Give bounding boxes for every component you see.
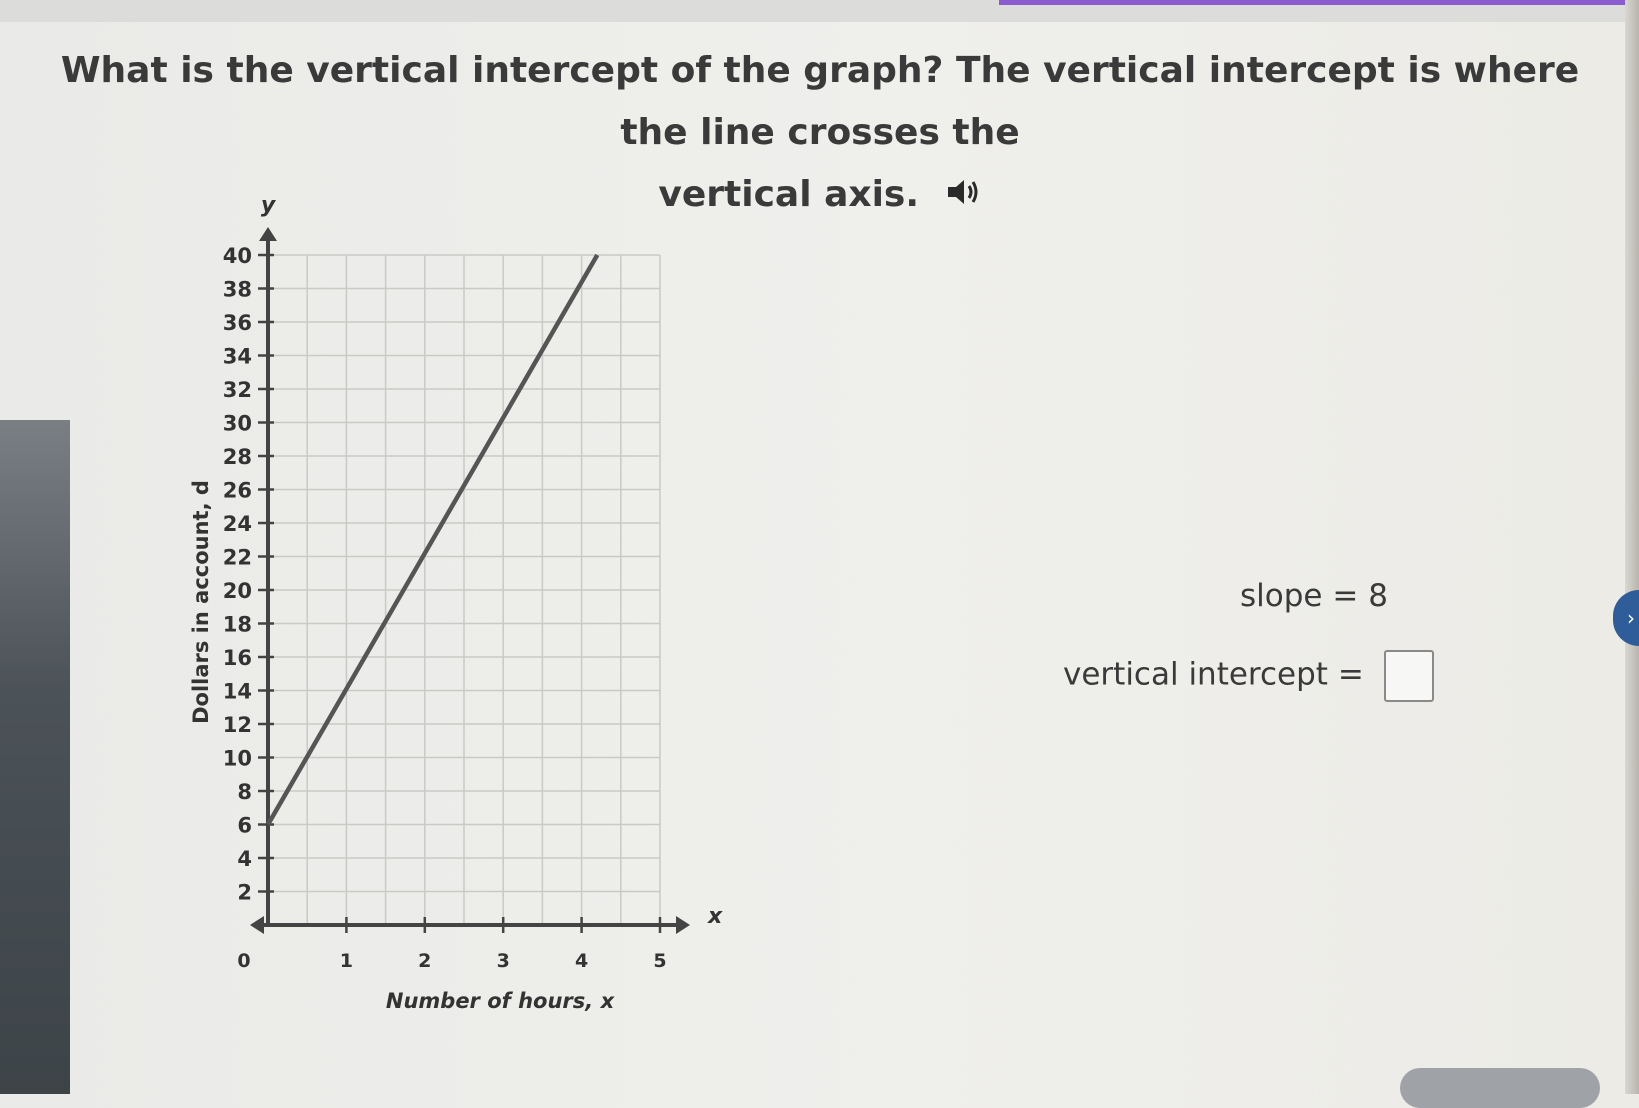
y-axis-label: Dollars in account, d	[189, 480, 213, 724]
grid	[267, 254, 661, 926]
axes	[250, 227, 690, 934]
side-panel-tab[interactable]: ›	[1613, 590, 1639, 646]
y-tick-label: 36	[223, 311, 252, 335]
x-tick-label: 3	[497, 950, 510, 972]
x-axis-label: Number of hours, x	[386, 989, 616, 1013]
intercept-answer-input[interactable]	[1383, 650, 1434, 702]
screen-bezel-left	[0, 420, 70, 1094]
intercept-equals: =	[1337, 656, 1364, 693]
slope-value: 8	[1368, 578, 1388, 614]
slope-equals: =	[1332, 578, 1359, 614]
check-answer-button[interactable]	[1400, 1068, 1600, 1108]
slope-label: slope	[1240, 578, 1323, 614]
y-tick-label: 14	[223, 680, 252, 704]
y-tick-label: 30	[223, 412, 252, 436]
y-tick-label: 22	[223, 546, 252, 570]
y-tick-label: 4	[237, 847, 252, 871]
y-tick-label: 20	[223, 579, 252, 603]
intercept-row: vertical intercept =	[1063, 650, 1434, 702]
y-tick-label: 28	[223, 445, 252, 469]
y-tick-label: 12	[223, 713, 252, 737]
screen-bezel-right	[1625, 0, 1639, 1094]
x-axis-symbol: x	[707, 904, 723, 929]
y-tick-label: 2	[237, 881, 252, 905]
y-tick-label: 18	[223, 613, 252, 637]
x-tick-label: 1	[340, 950, 353, 972]
y-tick-label: 24	[223, 512, 252, 536]
y-tick-label: 38	[223, 278, 252, 302]
data-line	[266, 253, 600, 826]
data-series	[266, 253, 600, 826]
y-tick-label: 16	[223, 646, 252, 670]
x-tick-label: 4	[575, 950, 588, 972]
x-tick-label: 5	[653, 950, 666, 972]
slope-row: slope = 8	[1240, 578, 1388, 614]
x-axis-arrow	[676, 916, 690, 934]
y-axis-symbol: y	[261, 193, 277, 218]
progress-accent-bar	[999, 0, 1639, 5]
y-tick-label: 6	[237, 814, 252, 838]
y-tick-label: 26	[223, 479, 252, 503]
y-axis-arrow	[259, 227, 277, 241]
line-graph: 246810121416182022242628303234363840 012…	[189, 193, 723, 1013]
y-tick-label: 40	[223, 244, 252, 268]
speaker-icon[interactable]	[946, 165, 982, 227]
question-line-1: What is the vertical intercept of the gr…	[60, 50, 1580, 153]
y-tick-label: 10	[223, 747, 252, 771]
x-axis-arrow-left	[250, 916, 264, 934]
x-tick-label: 0	[237, 950, 250, 972]
intercept-label: vertical intercept	[1063, 656, 1328, 693]
y-tick-label: 8	[237, 780, 252, 804]
y-tick-label: 34	[223, 345, 252, 369]
x-tick-label: 2	[418, 950, 431, 972]
y-tick-label: 32	[223, 378, 252, 402]
